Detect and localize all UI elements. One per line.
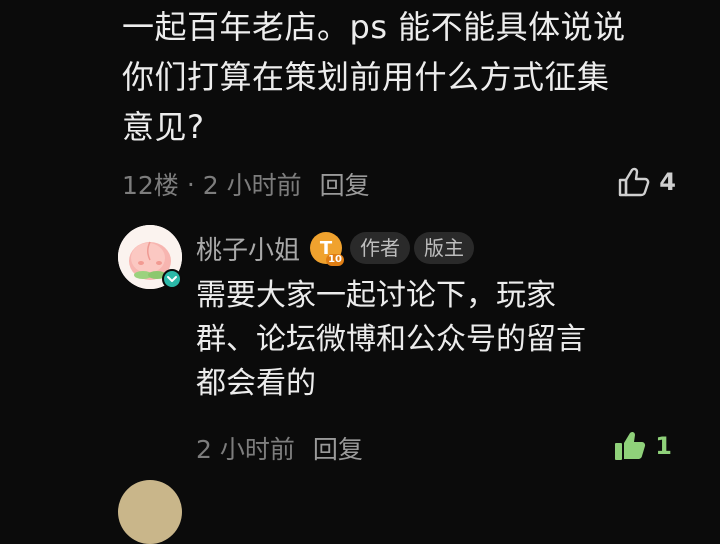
like-button[interactable]: 4 — [617, 166, 676, 198]
comment-text: 一起百年老店。ps 能不能具体说说 你们打算在策划前用什么方式征集 意见? — [122, 2, 702, 152]
moderator-tag: 版主 — [414, 232, 475, 264]
reply-like-button[interactable]: 1 — [613, 430, 672, 462]
reply-header: 桃子小姐 T 10 作者 版主 — [196, 228, 475, 268]
comment-line: 你们打算在策划前用什么方式征集 — [122, 58, 610, 96]
username[interactable]: 桃子小姐 — [196, 230, 300, 267]
reply-time: 2 小时前 — [196, 435, 295, 464]
meta-separator: · — [186, 169, 195, 199]
reply-line: 需要大家一起讨论下，玩家 — [196, 278, 556, 313]
like-count: 4 — [659, 168, 676, 196]
reply-line: 群、论坛微博和公众号的留言 — [196, 322, 586, 357]
author-tag: 作者 — [350, 232, 411, 264]
avatar[interactable] — [118, 225, 182, 289]
reply-meta: 2 小时前 回复 — [196, 428, 363, 468]
floor-number: 12楼 — [122, 171, 179, 200]
comment-time: 2 小时前 — [202, 171, 302, 200]
reply-line: 都会看的 — [196, 366, 316, 401]
comment-meta: 12楼 · 2 小时前 回复 — [122, 164, 370, 204]
thumbs-up-filled-icon — [613, 430, 655, 462]
comment-line: 意见? — [122, 108, 205, 146]
reply-reply-button[interactable]: 回复 — [313, 430, 363, 466]
reply-button[interactable]: 回复 — [320, 166, 370, 202]
reply-like-count: 1 — [655, 432, 672, 460]
reply-text: 需要大家一起讨论下，玩家 群、论坛微博和公众号的留言 都会看的 — [196, 274, 676, 406]
verified-badge-icon — [162, 269, 182, 289]
comment-line: 一起百年老店。ps 能不能具体说说 — [122, 8, 626, 46]
next-comment-avatar[interactable] — [118, 480, 182, 544]
thumbs-up-outline-icon — [617, 166, 659, 198]
level-badge-number: 10 — [326, 254, 345, 266]
level-badge-icon: T 10 — [310, 232, 345, 266]
